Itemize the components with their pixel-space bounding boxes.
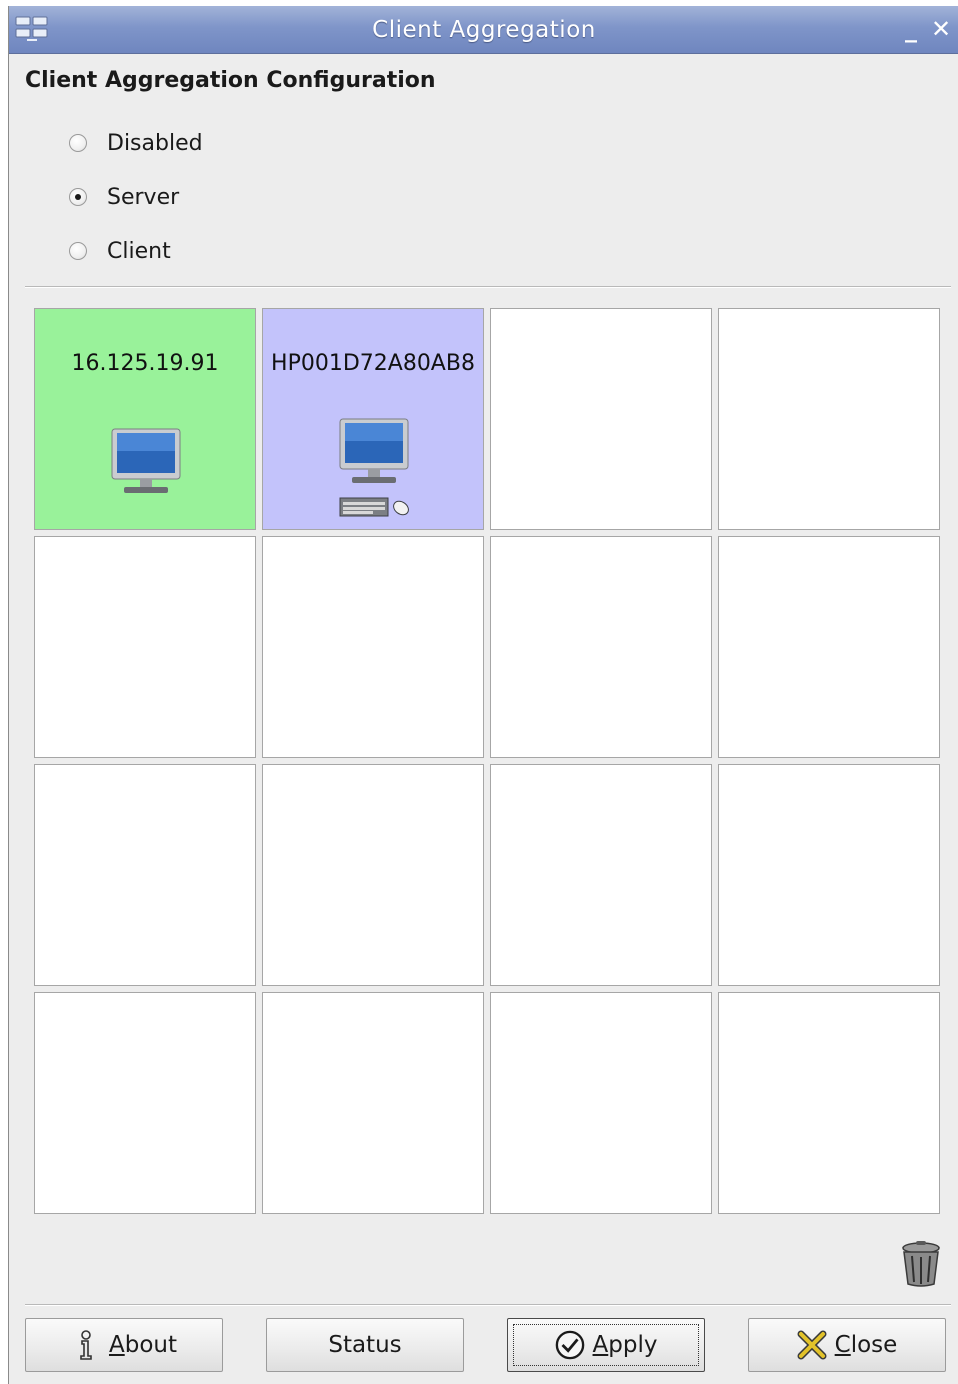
client-grid: 16.125.19.91 HP001D72A80AB8: [34, 308, 944, 1218]
separator-bottom: [25, 1304, 951, 1306]
radio-server-icon[interactable]: [69, 188, 87, 206]
radio-option-server[interactable]: Server: [69, 182, 179, 212]
status-label: Status: [328, 1332, 402, 1358]
window-title: Client Aggregation: [372, 17, 596, 43]
close-label: Close: [834, 1332, 898, 1358]
trash-icon[interactable]: [900, 1240, 942, 1288]
grid-cell-empty[interactable]: [34, 764, 256, 986]
radio-disabled-label[interactable]: Disabled: [107, 131, 203, 156]
monitor-icon: [339, 418, 409, 483]
window-close-icon[interactable]: ✕: [929, 16, 953, 42]
grid-cell-empty[interactable]: [262, 992, 484, 1214]
grid-cell-empty[interactable]: [34, 992, 256, 1214]
about-label: About: [108, 1332, 177, 1358]
radio-server-label[interactable]: Server: [107, 185, 179, 210]
grid-cell-empty[interactable]: [490, 536, 712, 758]
grid-cell-empty[interactable]: [490, 308, 712, 530]
grid-cell-empty[interactable]: [490, 992, 712, 1214]
grid-cell-empty[interactable]: [262, 536, 484, 758]
grid-cell-empty[interactable]: [262, 764, 484, 986]
config-heading: Client Aggregation Configuration: [25, 68, 436, 93]
cell-label-server: 16.125.19.91: [71, 351, 219, 376]
radio-client-label[interactable]: Client: [107, 239, 171, 264]
info-icon: [80, 1330, 92, 1360]
status-button[interactable]: Status: [266, 1318, 464, 1372]
grid-cell-server[interactable]: 16.125.19.91: [34, 308, 256, 530]
close-button[interactable]: Close: [748, 1318, 946, 1372]
grid-cell-empty[interactable]: [718, 308, 940, 530]
grid-cell-client[interactable]: HP001D72A80AB8: [262, 308, 484, 530]
grid-cell-empty[interactable]: [718, 764, 940, 986]
grid-cell-empty[interactable]: [490, 764, 712, 986]
focus-ring: [513, 1324, 699, 1366]
cell-label-client: HP001D72A80AB8: [271, 351, 475, 376]
grid-cell-empty[interactable]: [718, 992, 940, 1214]
client-aggregation-window: Client Aggregation _ ✕ Client Aggregatio…: [8, 6, 958, 1384]
monitor-icon: [111, 428, 181, 493]
close-x-icon: [797, 1330, 827, 1360]
apply-button[interactable]: Apply: [507, 1318, 705, 1372]
radio-option-disabled[interactable]: Disabled: [69, 128, 203, 158]
keyboard-mouse-icon: [339, 497, 409, 517]
title-bar[interactable]: Client Aggregation _ ✕: [9, 6, 958, 54]
grid-cell-empty[interactable]: [34, 536, 256, 758]
about-button[interactable]: About: [25, 1318, 223, 1372]
radio-option-client[interactable]: Client: [69, 236, 171, 266]
separator-top: [25, 286, 951, 288]
radio-disabled-icon[interactable]: [69, 134, 87, 152]
radio-client-icon[interactable]: [69, 242, 87, 260]
grid-cell-empty[interactable]: [718, 536, 940, 758]
minimize-icon[interactable]: _: [899, 16, 923, 42]
